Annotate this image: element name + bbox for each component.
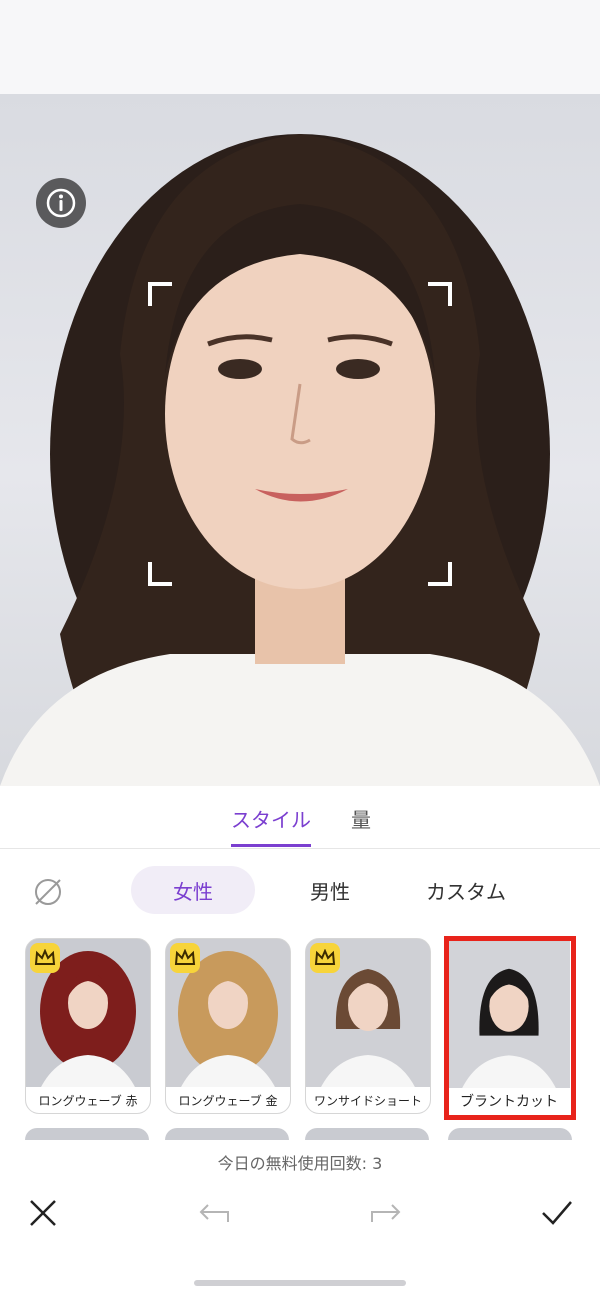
style-label: ロングウェーブ 金 <box>166 1087 290 1113</box>
style-card-next-row[interactable] <box>448 1128 572 1140</box>
category-custom[interactable]: カスタム <box>404 866 528 914</box>
no-style-icon[interactable] <box>32 876 64 908</box>
style-card-next-row[interactable] <box>165 1128 289 1140</box>
undo-icon[interactable] <box>198 1202 232 1224</box>
category-male[interactable]: 男性 <box>280 866 380 914</box>
style-label: ワンサイドショート <box>306 1087 430 1113</box>
style-card[interactable]: ワンサイドショート <box>305 938 431 1114</box>
free-usage-count: 今日の無料使用回数: 3 <box>217 1154 383 1173</box>
face-frame <box>148 282 452 586</box>
category-female[interactable]: 女性 <box>131 866 255 914</box>
category-selector: 女性 男性 カスタム <box>0 862 600 918</box>
home-indicator <box>194 1280 406 1286</box>
face-photo <box>0 94 600 786</box>
tab-active-indicator <box>231 844 311 847</box>
crown-icon <box>30 943 60 973</box>
style-card-next-row[interactable] <box>305 1128 429 1140</box>
close-icon[interactable] <box>28 1198 58 1228</box>
check-icon[interactable] <box>540 1198 574 1228</box>
style-card-next-row[interactable] <box>25 1128 149 1140</box>
style-card[interactable]: ロングウェーブ 赤 <box>25 938 151 1114</box>
tab-style[interactable]: スタイル <box>231 804 311 833</box>
mode-tabs: スタイル 量 <box>0 786 600 849</box>
crown-icon <box>310 943 340 973</box>
bottom-toolbar <box>0 1180 600 1250</box>
redo-icon[interactable] <box>368 1202 402 1224</box>
info-icon[interactable] <box>36 178 86 228</box>
status-bar-area <box>0 0 600 94</box>
crown-icon <box>170 943 200 973</box>
style-card[interactable]: ロングウェーブ 金 <box>165 938 291 1114</box>
selection-highlight <box>444 936 576 1120</box>
tab-amount[interactable]: 量 <box>351 804 371 833</box>
style-label: ロングウェーブ 赤 <box>26 1087 150 1113</box>
